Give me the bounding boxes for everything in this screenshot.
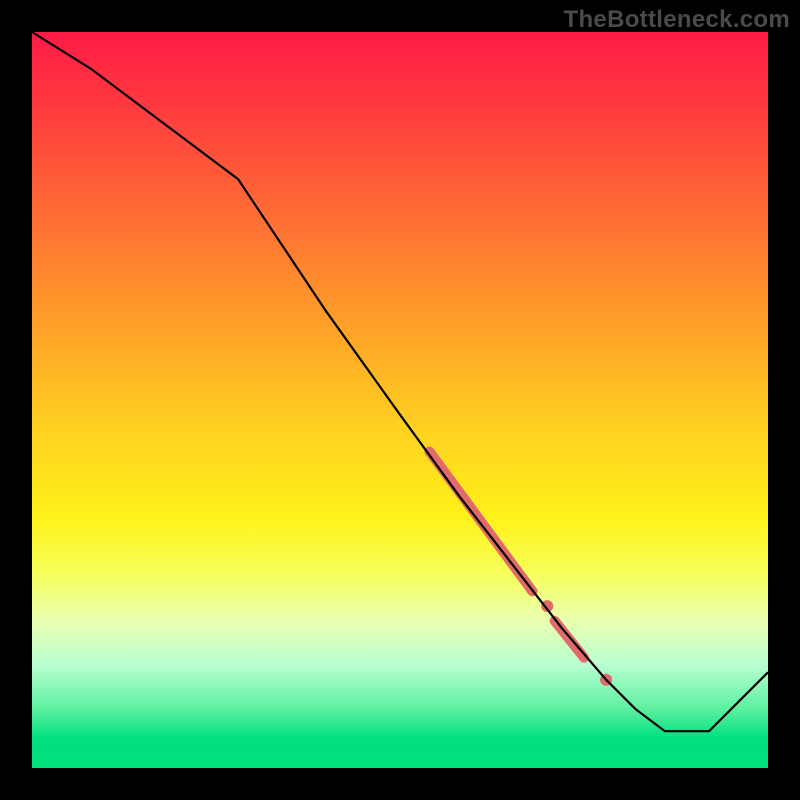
highlight-group (429, 452, 612, 686)
highlight-segment-2 (555, 621, 584, 658)
plot-area (32, 32, 768, 768)
chart-svg (32, 32, 768, 768)
watermark-label: TheBottleneck.com (564, 6, 790, 34)
bottleneck-line (32, 32, 768, 731)
chart-stage: TheBottleneck.com (0, 0, 800, 800)
